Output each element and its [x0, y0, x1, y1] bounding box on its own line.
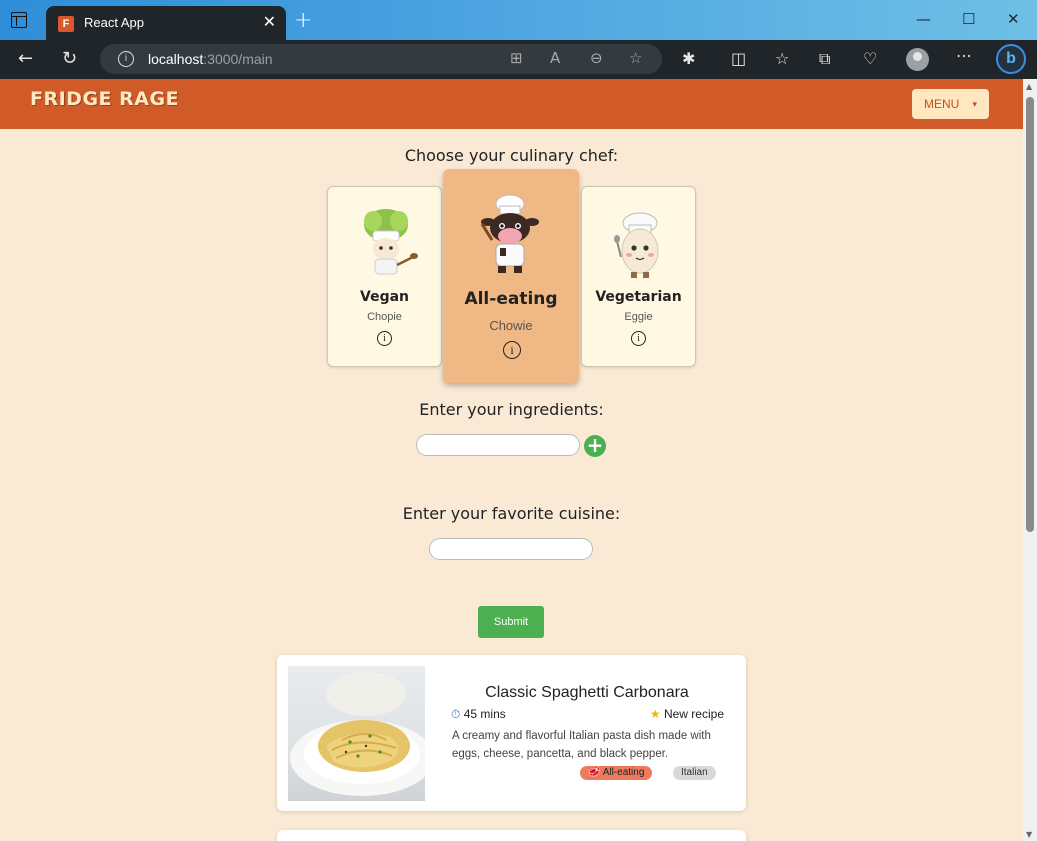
- url-field[interactable]: i localhost:3000/main ⊞ A ⊖ ☆: [100, 44, 662, 74]
- diet-tag: 🥩 All-eating: [580, 766, 653, 780]
- chef-name: Vegetarian: [595, 289, 682, 305]
- scroll-up-icon[interactable]: ▲: [1026, 82, 1032, 91]
- chef-nickname: Chowie: [489, 318, 533, 333]
- browser-titlebar: F React App ✕ + — ☐ ✕: [0, 0, 1037, 40]
- chef-section-title: Choose your culinary chef:: [404, 146, 619, 165]
- recipe-card[interactable]: Classic Spaghetti Carbonara ⏱ 45 mins ★ …: [277, 655, 746, 811]
- cuisine-tag: Italian: [673, 766, 716, 780]
- app-logo[interactable]: FRIDGE RAGE: [30, 88, 179, 110]
- recipe-description: A creamy and flavorful Italian pasta dis…: [452, 730, 711, 760]
- chef-card-all-eating[interactable]: All-eating Chowie i: [443, 169, 579, 383]
- chef-nickname: Eggie: [624, 311, 653, 323]
- recipe-card-partial[interactable]: [277, 830, 746, 841]
- url-text: localhost:3000/main: [148, 51, 273, 67]
- info-icon[interactable]: i: [503, 341, 521, 359]
- copilot-icon[interactable]: b: [996, 44, 1026, 74]
- profile-avatar[interactable]: [906, 48, 929, 71]
- recipe-image: [288, 666, 425, 801]
- tab-actions-icon[interactable]: [11, 12, 27, 28]
- favorites-icon[interactable]: ☆: [775, 49, 789, 68]
- site-info-icon[interactable]: i: [118, 51, 134, 67]
- close-tab-icon[interactable]: ✕: [263, 12, 276, 31]
- more-options-icon[interactable]: ⋯: [956, 46, 972, 65]
- page-scrollbar[interactable]: ▲ ▼: [1023, 79, 1037, 841]
- browser-essentials-icon[interactable]: ♡: [863, 49, 877, 68]
- cuisine-label: Enter your favorite cuisine:: [402, 504, 621, 523]
- zoom-out-icon[interactable]: ⊖: [590, 49, 603, 67]
- close-window-icon[interactable]: ✕: [1007, 10, 1020, 28]
- app-available-icon[interactable]: ⊞: [510, 49, 523, 67]
- recipe-title: Classic Spaghetti Carbonara: [485, 684, 689, 701]
- submit-button[interactable]: Submit: [478, 606, 544, 638]
- add-ingredient-icon[interactable]: +: [584, 435, 606, 457]
- timer-icon: ⏱: [451, 707, 461, 721]
- meat-icon: 🥩: [588, 767, 601, 778]
- scroll-down-icon[interactable]: ▼: [1026, 830, 1032, 839]
- refresh-icon[interactable]: ↻: [62, 48, 77, 69]
- info-icon[interactable]: i: [631, 331, 646, 346]
- chef-nickname: Chopie: [367, 311, 402, 323]
- favorite-star-icon[interactable]: ☆: [629, 49, 642, 67]
- lettuce-chef-icon: [364, 209, 418, 275]
- ingredients-label: Enter your ingredients:: [419, 400, 604, 419]
- back-icon[interactable]: ←: [18, 48, 33, 69]
- maximize-icon[interactable]: ☐: [962, 10, 975, 28]
- recipe-status: ★ New recipe: [649, 707, 724, 721]
- collections-icon[interactable]: ⧉: [819, 49, 830, 69]
- cow-chef-icon: [480, 194, 539, 273]
- pasta-dish-icon: [290, 672, 425, 796]
- tab-title: React App: [84, 15, 144, 30]
- chef-name: Vegan: [360, 289, 409, 305]
- chef-card-vegan[interactable]: Vegan Chopie i: [327, 186, 442, 367]
- chef-name: All-eating: [464, 289, 558, 309]
- favicon-icon: F: [58, 16, 74, 32]
- cuisine-input[interactable]: [429, 538, 593, 560]
- ingredients-input[interactable]: [416, 434, 580, 456]
- split-screen-icon[interactable]: ◫: [731, 49, 746, 68]
- menu-label: MENU: [924, 97, 960, 111]
- extensions-icon[interactable]: ✱: [682, 49, 695, 68]
- read-aloud-icon[interactable]: A: [550, 49, 560, 67]
- egg-chef-icon: [614, 212, 659, 278]
- app-header: FRIDGE RAGE MENU ▾: [0, 79, 1023, 129]
- recipe-time: ⏱ 45 mins: [451, 707, 506, 721]
- chef-card-vegetarian[interactable]: Vegetarian Eggie i: [581, 186, 696, 367]
- new-tab-icon[interactable]: +: [294, 8, 312, 33]
- browser-tab[interactable]: F React App ✕: [46, 6, 286, 40]
- page-viewport: FRIDGE RAGE MENU ▾ Choose your culinary …: [0, 79, 1023, 841]
- star-icon: ★: [649, 707, 661, 721]
- chevron-down-icon: ▾: [972, 99, 977, 109]
- minimize-icon[interactable]: —: [916, 10, 931, 28]
- address-bar: ← ↻ i localhost:3000/main ⊞ A ⊖ ☆ ✱ ◫ ☆ …: [0, 40, 1037, 79]
- scroll-thumb[interactable]: [1026, 97, 1034, 532]
- info-icon[interactable]: i: [377, 331, 392, 346]
- menu-button[interactable]: MENU ▾: [912, 89, 989, 119]
